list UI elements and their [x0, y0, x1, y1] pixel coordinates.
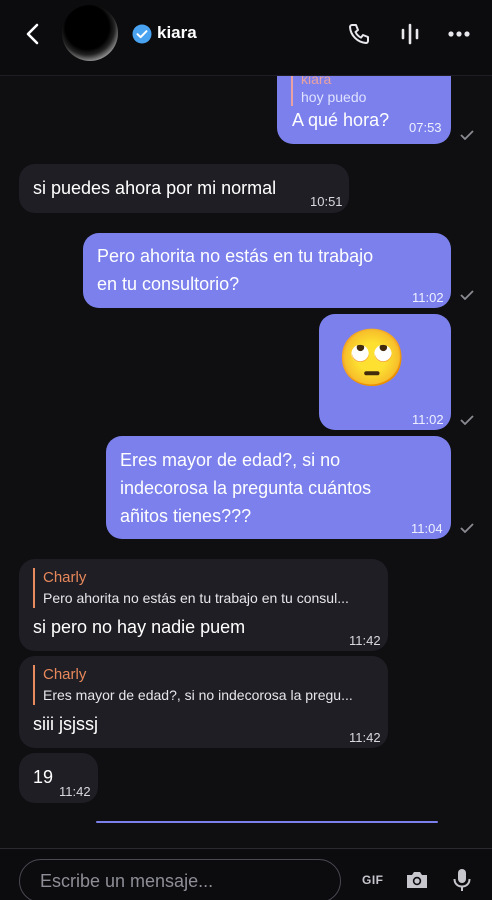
- reply-quote: Charly Eres mayor de edad?, si no indeco…: [33, 665, 373, 705]
- reply-author: Charly: [43, 569, 87, 586]
- message-time: 11:02: [412, 290, 444, 305]
- message-bubble-incoming[interactable]: Charly Eres mayor de edad?, si no indeco…: [19, 656, 388, 748]
- reply-author: kiara: [301, 76, 332, 87]
- message-time: 11:02: [412, 412, 444, 427]
- emoji: 🙄: [337, 326, 407, 389]
- message-time: 07:53: [409, 120, 442, 135]
- message-text: si pero no hay nadie puem: [33, 617, 246, 637]
- message-text-line: Pero ahorita no estás en tu trabajo: [97, 246, 374, 266]
- new-message-indicator: [96, 821, 438, 823]
- message-bubble-outgoing[interactable]: Pero ahorita no estás en tu trabajo en t…: [83, 233, 451, 308]
- message-time: 11:42: [349, 730, 381, 745]
- microphone-icon[interactable]: [449, 867, 475, 893]
- message-list[interactable]: kiara hoy puedo A qué hora? 07:53 si pue…: [0, 76, 492, 848]
- message-bubble-outgoing[interactable]: kiara hoy puedo A qué hora? 07:53: [277, 76, 451, 144]
- verified-badge-icon: [132, 24, 152, 44]
- message-text-line: añitos tienes???: [120, 506, 252, 526]
- sent-check-icon: [460, 130, 474, 140]
- message-bubble-incoming[interactable]: si puedes ahora por mi normal 10:51: [19, 164, 349, 213]
- message-input-placeholder: Escribe un mensaje...: [40, 871, 214, 891]
- message-text: siii jsjssj: [33, 714, 98, 734]
- reply-text: Pero ahorita no estás en tu trabajo en t…: [43, 590, 349, 606]
- message-text: 19: [33, 767, 54, 787]
- message-text-line: en tu consultorio?: [97, 274, 240, 294]
- sent-check-icon: [460, 523, 474, 533]
- audio-waveform-icon[interactable]: [396, 20, 424, 48]
- reply-author: Charly: [43, 666, 87, 683]
- message-time: 10:51: [310, 194, 343, 209]
- message-time: 11:42: [349, 633, 381, 648]
- back-arrow-icon[interactable]: [20, 20, 48, 48]
- message-time: 11:04: [411, 521, 443, 536]
- gif-button[interactable]: GIF: [362, 873, 384, 887]
- message-text: si puedes ahora por mi normal: [33, 178, 277, 198]
- message-text-line: Eres mayor de edad?, si no: [120, 450, 341, 470]
- message-bubble-incoming[interactable]: 19 11:42: [19, 753, 98, 803]
- chat-header: kiara: [0, 0, 492, 76]
- more-dots-icon[interactable]: [445, 20, 473, 48]
- message-bubble-outgoing[interactable]: 🙄 11:02: [319, 314, 451, 430]
- camera-icon[interactable]: [404, 867, 430, 893]
- message-input[interactable]: Escribe un mensaje...: [19, 859, 341, 900]
- message-text-line: indecorosa la pregunta cuántos: [120, 478, 372, 498]
- message-bubble-incoming[interactable]: Charly Pero ahorita no estás en tu traba…: [19, 559, 388, 651]
- message-text: A qué hora?: [292, 110, 390, 130]
- sent-check-icon: [460, 290, 474, 300]
- phone-icon[interactable]: [345, 20, 373, 48]
- username[interactable]: kiara: [157, 23, 197, 43]
- reply-quote: Charly Pero ahorita no estás en tu traba…: [33, 568, 373, 608]
- message-time: 11:42: [59, 784, 91, 799]
- reply-text: hoy puedo: [301, 89, 367, 105]
- reply-text: Eres mayor de edad?, si no indecorosa la…: [43, 687, 353, 703]
- message-bubble-outgoing[interactable]: Eres mayor de edad?, si no indecorosa la…: [106, 436, 451, 539]
- reply-quote: kiara hoy puedo: [291, 76, 441, 106]
- message-composer: Escribe un mensaje... GIF: [0, 848, 492, 900]
- sent-check-icon: [460, 415, 474, 425]
- avatar[interactable]: [62, 5, 118, 61]
